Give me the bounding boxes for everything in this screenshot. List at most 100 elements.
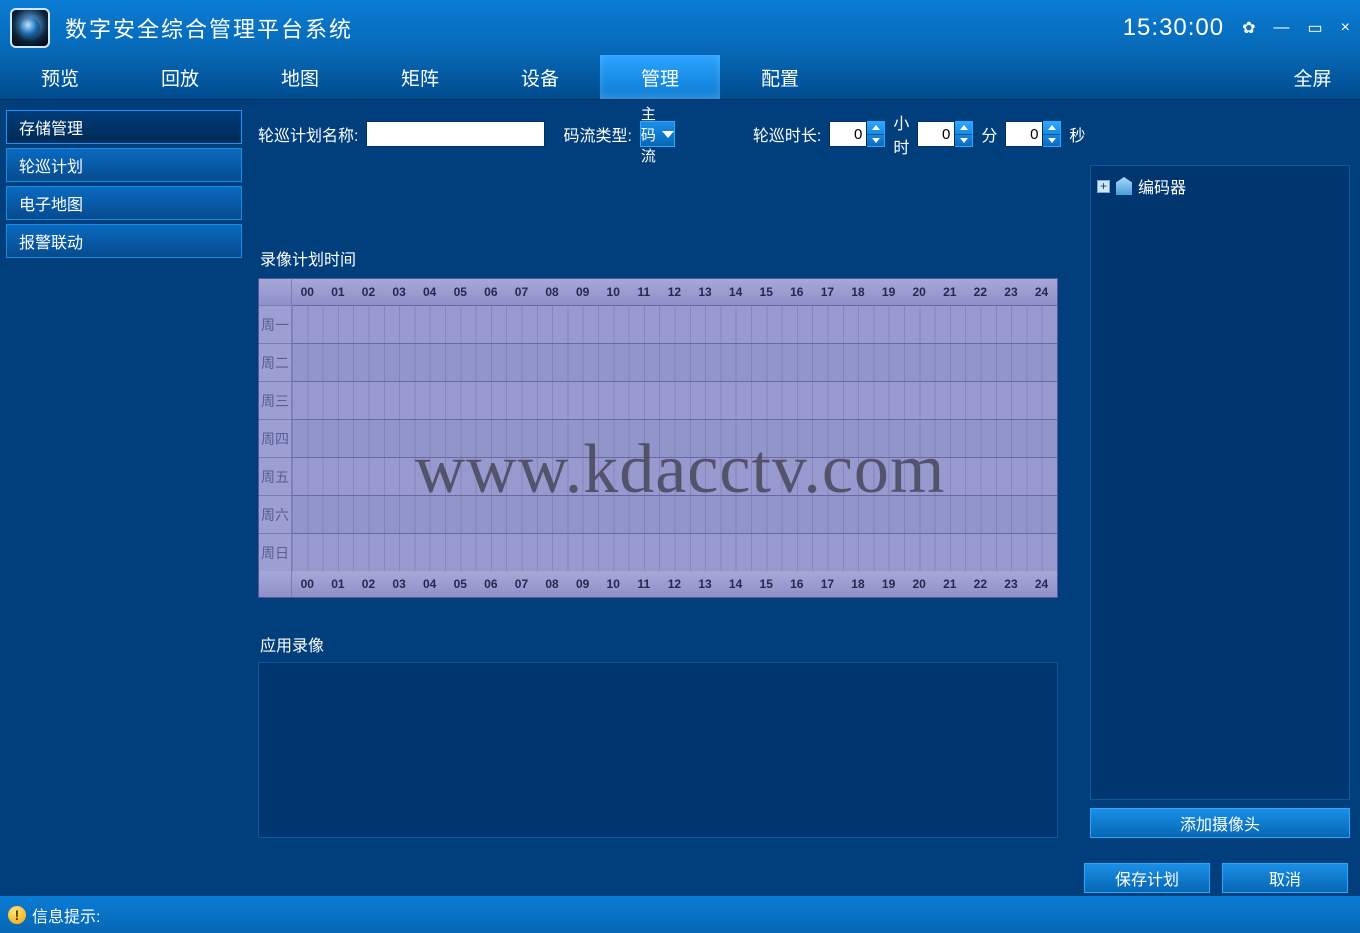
hour-label: 00 [292, 577, 323, 591]
hour-label: 09 [567, 577, 598, 591]
arrow-down-icon [1048, 138, 1056, 143]
sidebar: 存储管理 轮巡计划 电子地图 报警联动 [0, 100, 248, 896]
hour-label: 06 [476, 577, 507, 591]
hour-label: 13 [690, 285, 721, 299]
hours-down[interactable] [867, 135, 884, 147]
app-logo-icon [10, 8, 50, 48]
applied-recording-panel [258, 662, 1058, 838]
nav-matrix[interactable]: 矩阵 [360, 55, 480, 99]
status-label: 信息提示: [32, 903, 100, 927]
schedule-header: 0001020304050607080910111213141516171819… [259, 279, 1057, 305]
encoder-icon [1116, 177, 1132, 195]
seconds-spinner [1043, 121, 1061, 147]
hour-label: 18 [843, 285, 874, 299]
day-label: 周一 [259, 305, 292, 343]
nav-preview[interactable]: 预览 [0, 55, 120, 99]
add-camera-button[interactable]: 添加摄像头 [1090, 808, 1350, 838]
minutes-up[interactable] [955, 122, 972, 135]
hour-label: 22 [965, 577, 996, 591]
minutes-input[interactable] [917, 121, 955, 147]
minimize-icon[interactable]: — [1274, 19, 1290, 37]
hours-input[interactable] [829, 121, 867, 147]
cancel-button[interactable]: 取消 [1222, 863, 1348, 893]
hour-label: 23 [996, 285, 1027, 299]
stream-type-select[interactable]: 主码流 [640, 121, 675, 147]
schedule-row[interactable] [292, 343, 1057, 381]
tree-root-encoder[interactable]: + 编码器 [1097, 174, 1343, 198]
hour-label: 04 [414, 577, 445, 591]
hour-label: 00 [292, 285, 323, 299]
maximize-icon[interactable]: ▭ [1308, 18, 1323, 38]
schedule-footer: 0001020304050607080910111213141516171819… [259, 571, 1057, 597]
day-label: 周二 [259, 343, 292, 381]
sidebar-alarm[interactable]: 报警联动 [6, 224, 242, 258]
hour-label: 24 [1026, 577, 1057, 591]
hours-unit: 小时 [893, 110, 909, 158]
hour-label: 03 [384, 285, 415, 299]
sidebar-patrol[interactable]: 轮巡计划 [6, 148, 242, 182]
nav-map[interactable]: 地图 [240, 55, 360, 99]
hour-label: 23 [996, 577, 1027, 591]
nav-manage[interactable]: 管理 [600, 55, 720, 99]
hour-label: 16 [782, 285, 813, 299]
main-nav: 预览 回放 地图 矩阵 设备 管理 配置 全屏 [0, 55, 1360, 100]
hour-label: 24 [1026, 285, 1057, 299]
hour-label: 01 [323, 285, 354, 299]
warn-icon: ! [8, 906, 26, 924]
sidebar-emap[interactable]: 电子地图 [6, 186, 242, 220]
schedule-row[interactable] [292, 381, 1057, 419]
schedule-row[interactable] [292, 305, 1057, 343]
schedule-grid[interactable]: 0001020304050607080910111213141516171819… [258, 278, 1058, 598]
stream-type-value: 主码流 [641, 103, 656, 166]
nav-playback[interactable]: 回放 [120, 55, 240, 99]
hour-label: 18 [843, 577, 874, 591]
hour-label: 02 [353, 285, 384, 299]
nav-device[interactable]: 设备 [480, 55, 600, 99]
hour-label: 21 [934, 577, 965, 591]
minutes-down[interactable] [955, 135, 972, 147]
seconds-input[interactable] [1005, 121, 1043, 147]
save-plan-button[interactable]: 保存计划 [1084, 863, 1210, 893]
settings-gear-icon[interactable]: ✿ [1242, 18, 1255, 38]
hour-label: 14 [720, 285, 751, 299]
arrow-down-icon [872, 138, 880, 143]
hour-label: 12 [659, 285, 690, 299]
sidebar-storage[interactable]: 存储管理 [6, 110, 242, 144]
close-icon[interactable]: × [1341, 19, 1350, 37]
hour-label: 05 [445, 577, 476, 591]
schedule-row[interactable] [292, 457, 1057, 495]
hour-label: 19 [873, 577, 904, 591]
hour-label: 17 [812, 577, 843, 591]
app-title: 数字安全综合管理平台系统 [65, 12, 353, 44]
hour-label: 15 [751, 577, 782, 591]
hour-label: 14 [720, 577, 751, 591]
hour-label: 08 [537, 285, 568, 299]
clock: 15:30:00 [1123, 14, 1224, 42]
plan-name-input[interactable] [366, 121, 545, 147]
arrow-up-icon [1048, 125, 1056, 130]
hour-label: 09 [567, 285, 598, 299]
nav-config[interactable]: 配置 [720, 55, 840, 99]
schedule-row[interactable] [292, 419, 1057, 457]
dropdown-triangle-icon [662, 131, 674, 138]
nav-fullscreen[interactable]: 全屏 [1280, 55, 1360, 99]
schedule-title: 录像计划时间 [260, 246, 1080, 270]
hour-label: 03 [384, 577, 415, 591]
hour-label: 20 [904, 285, 935, 299]
seconds-down[interactable] [1043, 135, 1060, 147]
day-label: 周日 [259, 533, 292, 571]
day-label: 周五 [259, 457, 292, 495]
arrow-down-icon [960, 138, 968, 143]
hour-label: 04 [414, 285, 445, 299]
hour-label: 10 [598, 577, 629, 591]
seconds-up[interactable] [1043, 122, 1060, 135]
expand-plus-icon[interactable]: + [1097, 180, 1110, 193]
schedule-row[interactable] [292, 495, 1057, 533]
hours-up[interactable] [867, 122, 884, 135]
hour-label: 07 [506, 285, 537, 299]
minutes-unit: 分 [981, 122, 997, 146]
schedule-row[interactable] [292, 533, 1057, 571]
hour-label: 05 [445, 285, 476, 299]
day-label: 周四 [259, 419, 292, 457]
hour-label: 11 [629, 577, 660, 591]
